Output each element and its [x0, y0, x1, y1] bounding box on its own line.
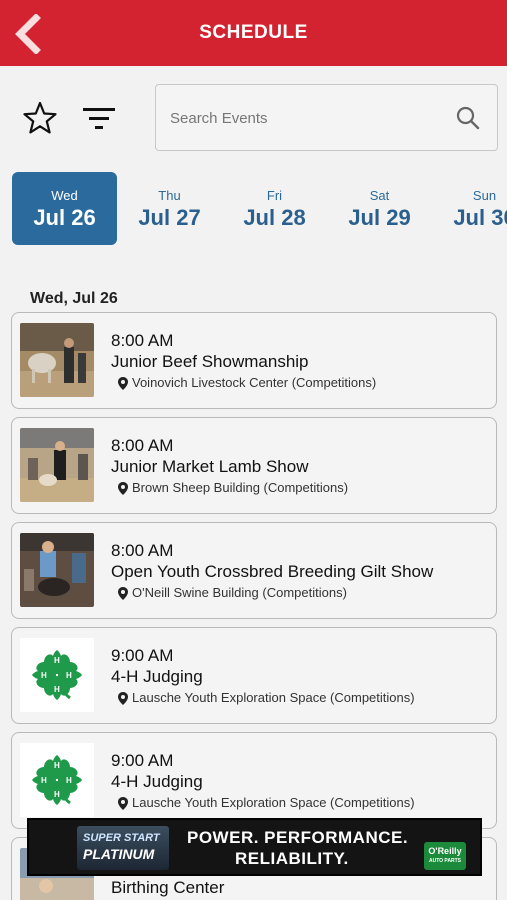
4h-clover-icon: H H H H — [20, 743, 94, 817]
ad-headline: POWER. PERFORMANCE. — [187, 828, 409, 847]
location-pin-icon — [118, 797, 128, 810]
event-card[interactable]: H H H H 9:00 AM 4-H Judging Lausche Yout… — [11, 627, 497, 724]
ad-product-name: SUPER START — [83, 832, 160, 844]
svg-text:H: H — [54, 685, 60, 694]
day-tab-wed[interactable]: Wed Jul 26 — [12, 172, 117, 245]
battery-product-image: SUPER START PLATINUM — [77, 826, 169, 870]
day-date: Jul 26 — [33, 205, 96, 230]
location-text: Lausche Youth Exploration Space (Competi… — [132, 690, 415, 705]
event-name: Birthing Center — [111, 878, 225, 897]
location-text: Voinovich Livestock Center (Competitions… — [132, 375, 377, 390]
event-card[interactable]: 8:00 AM Open Youth Crossbred Breeding Gi… — [11, 522, 497, 619]
location-text: Brown Sheep Building (Competitions) — [132, 480, 349, 495]
day-date: Jul 30 — [453, 205, 507, 230]
ad-product-sub: PLATINUM — [83, 846, 155, 862]
search-icon[interactable] — [455, 105, 481, 131]
day-of-week: Sat — [369, 188, 390, 203]
svg-text:H: H — [66, 671, 72, 680]
ad-brand: O'Reilly — [428, 846, 462, 856]
svg-text:H: H — [41, 671, 47, 680]
location-pin-icon — [118, 377, 128, 390]
location-text: Lausche Youth Exploration Space (Competi… — [132, 795, 415, 810]
location-text: O'Neill Swine Building (Competitions) — [132, 585, 347, 600]
section-date-heading: Wed, Jul 26 — [30, 290, 118, 307]
location-pin-icon — [118, 692, 128, 705]
search-box — [155, 84, 498, 151]
event-location: O'Neill Swine Building (Competitions) — [118, 585, 347, 600]
event-location: Brown Sheep Building (Competitions) — [118, 480, 348, 495]
event-time: 9:00 AM — [111, 751, 174, 770]
search-input[interactable] — [170, 105, 440, 131]
swine-photo-icon — [20, 533, 94, 607]
4h-clover-icon: H H H H — [20, 638, 94, 712]
oreilly-logo: O'Reilly AUTO PARTS — [424, 842, 466, 870]
event-thumbnail: H H H H — [20, 743, 94, 817]
event-location: Voinovich Livestock Center (Competitions… — [118, 375, 376, 390]
day-of-week: Wed — [51, 188, 78, 203]
event-location: Lausche Youth Exploration Space (Competi… — [118, 690, 415, 705]
location-pin-icon — [118, 587, 128, 600]
location-pin-icon — [118, 482, 128, 495]
svg-text:H: H — [66, 776, 72, 785]
svg-text:H: H — [54, 656, 60, 665]
event-thumbnail: H H H H — [20, 638, 94, 712]
svg-text:H: H — [54, 761, 60, 770]
sheep-photo-icon — [20, 428, 94, 502]
favorites-star-icon[interactable] — [22, 100, 58, 136]
svg-text:H: H — [54, 790, 60, 799]
day-date: Jul 27 — [138, 205, 201, 230]
event-thumbnail — [20, 533, 94, 607]
svg-text:H: H — [41, 776, 47, 785]
cattle-photo-icon — [20, 323, 94, 397]
event-thumbnail — [20, 323, 94, 397]
filter-icon[interactable] — [80, 104, 118, 134]
event-name: 4-H Judging — [111, 772, 203, 791]
day-tab-sat[interactable]: Sat Jul 29 — [327, 172, 432, 245]
day-date: Jul 28 — [243, 205, 306, 230]
day-tab-sun[interactable]: Sun Jul 30 — [432, 172, 507, 245]
day-tab-thu[interactable]: Thu Jul 27 — [117, 172, 222, 245]
day-of-week: Sun — [472, 188, 497, 203]
ad-banner[interactable]: SUPER START PLATINUM POWER. PERFORMANCE.… — [27, 818, 482, 876]
event-card[interactable]: 8:00 AM Junior Beef Showmanship Voinovic… — [11, 312, 497, 409]
event-name: 4-H Judging — [111, 667, 203, 686]
event-card[interactable]: H H H H 9:00 AM 4-H Judging Lausche Yout… — [11, 732, 497, 829]
page-title: SCHEDULE — [199, 22, 308, 43]
app-header: SCHEDULE — [0, 0, 507, 66]
day-date: Jul 29 — [348, 205, 411, 230]
ad-subheadline: RELIABILITY. — [235, 849, 349, 868]
day-of-week: Fri — [266, 188, 283, 203]
event-time: 8:00 AM — [111, 331, 174, 350]
event-name: Open Youth Crossbred Breeding Gilt Show — [111, 562, 434, 581]
day-selector: Wed Jul 26 Thu Jul 27 Fri Jul 28 Sat Jul… — [0, 170, 507, 248]
ad-brand-sub: AUTO PARTS — [428, 858, 462, 864]
event-time: 9:00 AM — [111, 646, 174, 665]
day-tab-fri[interactable]: Fri Jul 28 — [222, 172, 327, 245]
event-name: Junior Beef Showmanship — [111, 352, 309, 371]
day-of-week: Thu — [158, 188, 181, 203]
event-name: Junior Market Lamb Show — [111, 457, 309, 476]
event-location: Lausche Youth Exploration Space (Competi… — [118, 795, 415, 810]
event-time: 8:00 AM — [111, 541, 174, 560]
event-thumbnail — [20, 428, 94, 502]
event-card[interactable]: 8:00 AM Junior Market Lamb Show Brown Sh… — [11, 417, 497, 514]
event-time: 8:00 AM — [111, 436, 174, 455]
